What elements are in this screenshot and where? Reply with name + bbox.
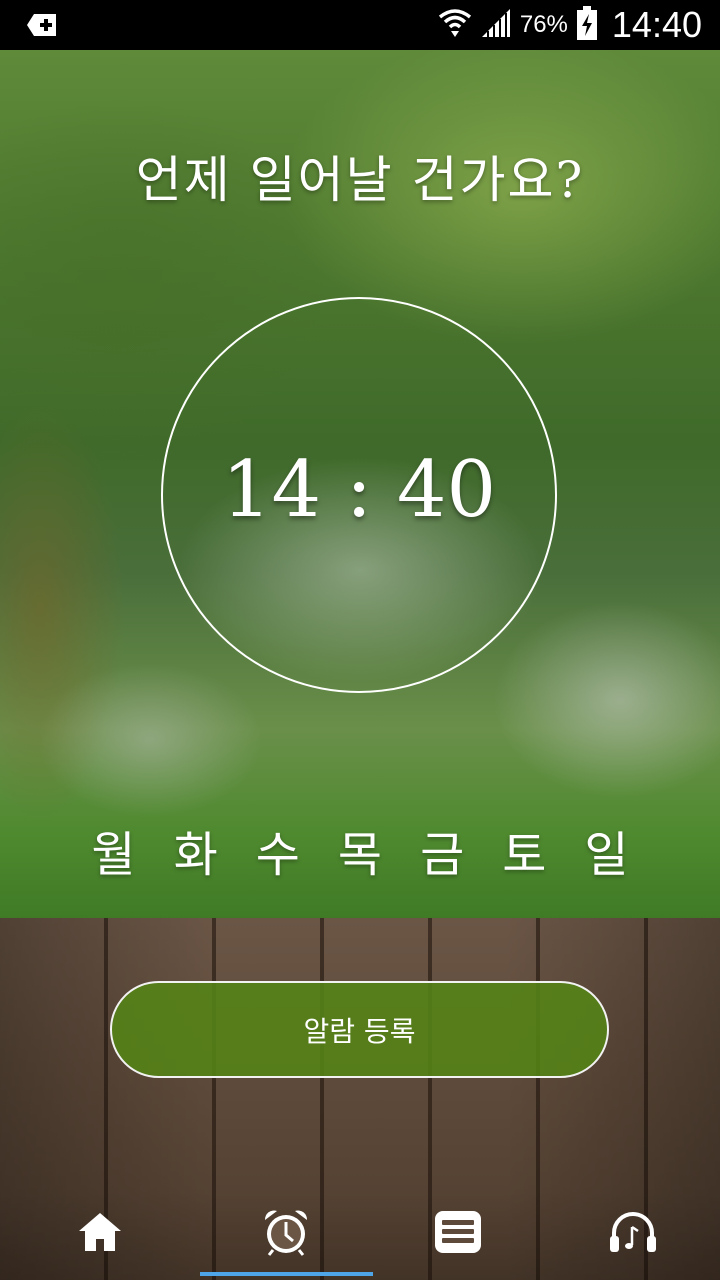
weekday-selector: 월 화 수 목 금 토 일 [0,815,720,885]
nav-music[interactable] [588,1204,678,1264]
battery-percent: 76% [519,11,568,38]
bottom-nav [0,1190,720,1280]
weekday-mon[interactable]: 월 [91,815,135,885]
headphones-music-icon [608,1209,658,1259]
nav-list[interactable] [413,1204,503,1264]
battery-charging-icon [576,6,598,44]
weekday-wed[interactable]: 수 [256,815,300,885]
weekday-thu[interactable]: 목 [338,815,382,885]
register-alarm-button[interactable]: 알람 등록 [110,981,609,1078]
status-bar: 76% 14:40 [0,0,720,50]
nav-selected-indicator [200,1272,373,1276]
status-time: 14:40 [611,4,702,45]
home-icon [77,1211,123,1257]
signal-icon [480,7,512,43]
nav-home[interactable] [55,1204,145,1264]
wifi-icon [438,7,472,43]
nav-alarm[interactable] [241,1204,331,1264]
alarm-time-display[interactable]: 14 : 40 [161,445,557,535]
notification-icon [26,12,58,42]
alarm-clock-icon [261,1208,311,1260]
weekday-sun[interactable]: 일 [584,815,628,885]
weekday-sat[interactable]: 토 [502,815,546,885]
weekday-fri[interactable]: 금 [420,815,464,885]
list-icon [434,1210,482,1258]
page-title: 언제 일어날 건가요? [135,151,585,209]
weekday-tue[interactable]: 화 [174,815,218,885]
